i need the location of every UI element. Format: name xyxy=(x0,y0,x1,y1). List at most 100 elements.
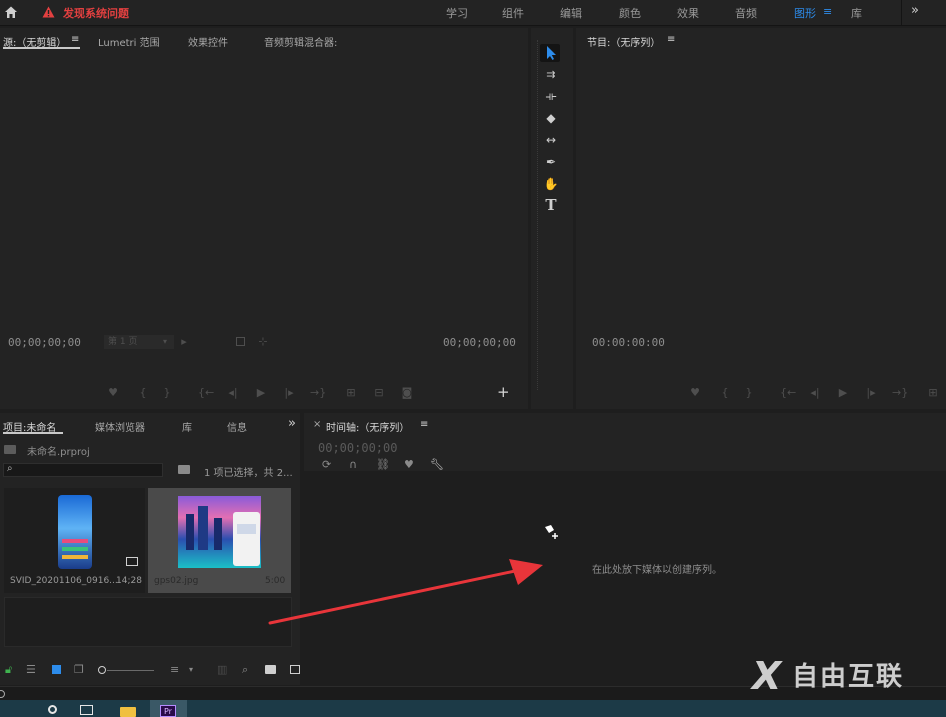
taskbar-active-app[interactable]: Pr xyxy=(150,700,187,717)
source-panel-menu-icon[interactable]: ≡ xyxy=(71,34,79,45)
insert-icon[interactable]: ⊞ xyxy=(344,386,358,400)
workspace-tab-graphics[interactable]: 图形 xyxy=(794,5,816,21)
go-to-out-icon[interactable]: →} xyxy=(310,386,326,400)
add-marker-icon[interactable]: ♥ xyxy=(688,386,702,400)
list-view-icon[interactable]: ☰ xyxy=(26,663,36,677)
selection-info: 1 项已选择，共 2... xyxy=(204,468,293,479)
timeline-title[interactable]: 时间轴:（无序列） xyxy=(326,419,409,434)
tab-info[interactable]: 信息 xyxy=(227,419,247,434)
tab-audio-clip-mixer[interactable]: 音频剪辑混合器: xyxy=(264,34,337,49)
project-item-video[interactable]: SVID_20201106_0916... 14;28 xyxy=(4,488,145,593)
workspace-bar: 发现系统问题 学习 组件 编辑 颜色 效果 音频 图形 ≡ 库 » xyxy=(0,0,946,26)
new-bin-icon[interactable] xyxy=(265,665,276,674)
project-search-input[interactable] xyxy=(3,463,163,477)
video-thumbnail xyxy=(58,495,92,569)
timeline-settings-icon[interactable]: 🔧︎ xyxy=(430,458,444,472)
selection-tool-icon[interactable] xyxy=(544,45,558,61)
more-panels-icon[interactable]: » xyxy=(288,416,296,431)
add-marker-icon[interactable]: ♥ xyxy=(106,386,120,400)
add-marker-icon[interactable]: ♥ xyxy=(404,458,414,472)
step-forward-icon[interactable]: |▸ xyxy=(282,386,296,400)
fit-icon[interactable]: ⊹ xyxy=(256,335,270,349)
home-icon[interactable] xyxy=(4,5,18,19)
mark-out-icon[interactable]: } xyxy=(160,386,174,400)
mark-in-icon[interactable]: { xyxy=(136,386,150,400)
pen-tool-icon[interactable]: ✒ xyxy=(543,154,559,170)
zoom-slider-handle[interactable] xyxy=(98,666,106,674)
timeline-menu-icon[interactable]: ≡ xyxy=(420,419,428,430)
search-icon: ⌕ xyxy=(7,463,13,474)
tab-libraries[interactable]: 库 xyxy=(182,419,192,434)
mark-in-icon[interactable]: { xyxy=(718,386,732,400)
new-bin-from-search-icon[interactable] xyxy=(178,465,190,474)
snap-icon[interactable]: ∩ xyxy=(349,458,357,472)
chevron-down-icon[interactable]: ▾ xyxy=(189,663,193,677)
export-frame-icon[interactable]: ◙ xyxy=(400,386,414,400)
new-item-icon[interactable] xyxy=(290,665,300,674)
track-select-tool-icon[interactable]: ⇉ xyxy=(543,67,559,83)
program-menu-icon[interactable]: ≡ xyxy=(667,34,675,45)
ripple-edit-tool-icon[interactable]: ⟛ xyxy=(543,88,559,104)
panel-grip xyxy=(537,40,542,390)
system-issue-alert[interactable]: 发现系统问题 xyxy=(63,5,129,21)
go-to-in-icon[interactable]: {← xyxy=(780,386,796,400)
workspace-tab-learn[interactable]: 学习 xyxy=(446,5,468,21)
safe-margins-icon[interactable] xyxy=(236,337,245,346)
file-explorer-icon[interactable] xyxy=(120,707,136,717)
razor-tool-icon[interactable]: ◆ xyxy=(543,110,559,126)
workspace-tab-effects[interactable]: 效果 xyxy=(677,5,699,21)
tab-media-browser[interactable]: 媒体浏览器 xyxy=(95,419,145,434)
step-forward-icon[interactable]: |▸ xyxy=(864,386,878,400)
go-to-out-icon[interactable]: →} xyxy=(892,386,908,400)
task-view-icon[interactable] xyxy=(80,705,93,715)
video-badge-icon xyxy=(126,557,138,566)
source-timecode-duration: 00;00;00;00 xyxy=(443,336,516,349)
play-icon[interactable]: ▶ xyxy=(254,386,268,400)
workspace-menu-icon[interactable]: ≡ xyxy=(823,5,832,18)
zoom-slider[interactable] xyxy=(107,670,154,671)
drop-media-hint: 在此处放下媒体以创建序列。 xyxy=(592,565,722,576)
chevron-down-icon: ▾ xyxy=(163,337,168,346)
icon-view-icon[interactable] xyxy=(52,665,61,674)
tab-lumetri-scopes[interactable]: Lumetri 范围 xyxy=(98,34,160,49)
automate-icon[interactable]: ▥ xyxy=(217,663,227,677)
hand-tool-icon[interactable]: ✋ xyxy=(543,176,559,192)
overwrite-icon[interactable]: ⊟ xyxy=(372,386,386,400)
go-to-in-icon[interactable]: {← xyxy=(198,386,214,400)
find-icon[interactable]: ⌕ xyxy=(242,663,248,677)
program-timecode[interactable]: 00:00:00:00 xyxy=(592,336,665,349)
tab-effect-controls[interactable]: 效果控件 xyxy=(188,34,228,49)
add-button-icon[interactable]: + xyxy=(497,384,510,400)
close-icon[interactable]: × xyxy=(313,419,321,430)
sort-icon[interactable]: ≡ xyxy=(170,663,179,677)
type-tool-icon[interactable]: T xyxy=(543,197,559,213)
workspace-tab-color[interactable]: 颜色 xyxy=(619,5,641,21)
freeform-view-icon[interactable]: ❐ xyxy=(74,663,84,677)
item-name: gps02.jpg xyxy=(154,576,199,586)
source-timecode-current[interactable]: 00;00;00;00 xyxy=(8,336,81,349)
lock-icon[interactable]: 🔓︎ xyxy=(5,663,12,677)
watermark-text: 自由互联 xyxy=(792,662,905,692)
workspace-tab-libraries[interactable]: 库 xyxy=(851,5,862,21)
slip-tool-icon[interactable]: ↔ xyxy=(543,132,559,148)
search-icon[interactable] xyxy=(48,705,57,714)
workspace-tab-editing[interactable]: 编辑 xyxy=(560,5,582,21)
project-file-name: 未命名.prproj xyxy=(27,447,90,458)
step-back-icon[interactable]: ◂| xyxy=(226,386,240,400)
drag-cursor-icon xyxy=(545,525,558,539)
step-back-icon[interactable]: ◂| xyxy=(808,386,822,400)
lift-icon[interactable]: ⊞ xyxy=(926,386,940,400)
nest-icon[interactable]: ⟳ xyxy=(322,458,331,472)
active-tab-underline xyxy=(3,432,63,434)
mark-out-icon[interactable]: } xyxy=(742,386,756,400)
linked-selection-icon[interactable]: ⛓ xyxy=(376,458,390,472)
project-panel: 项目:未命名 媒体浏览器 库 信息 » 未命名.prproj ⌕ 1 项已选择，… xyxy=(0,413,300,685)
timeline-timecode[interactable]: 00;00;00;00 xyxy=(318,441,397,455)
program-title[interactable]: 节目:（无序列） xyxy=(587,34,660,49)
more-workspaces-icon[interactable]: » xyxy=(911,3,919,18)
play-indicator-icon: ▸ xyxy=(181,335,187,348)
play-icon[interactable]: ▶ xyxy=(836,386,850,400)
workspace-tab-assembly[interactable]: 组件 xyxy=(502,5,524,21)
workspace-tab-audio[interactable]: 音频 xyxy=(735,5,757,21)
folder-icon xyxy=(4,445,16,454)
